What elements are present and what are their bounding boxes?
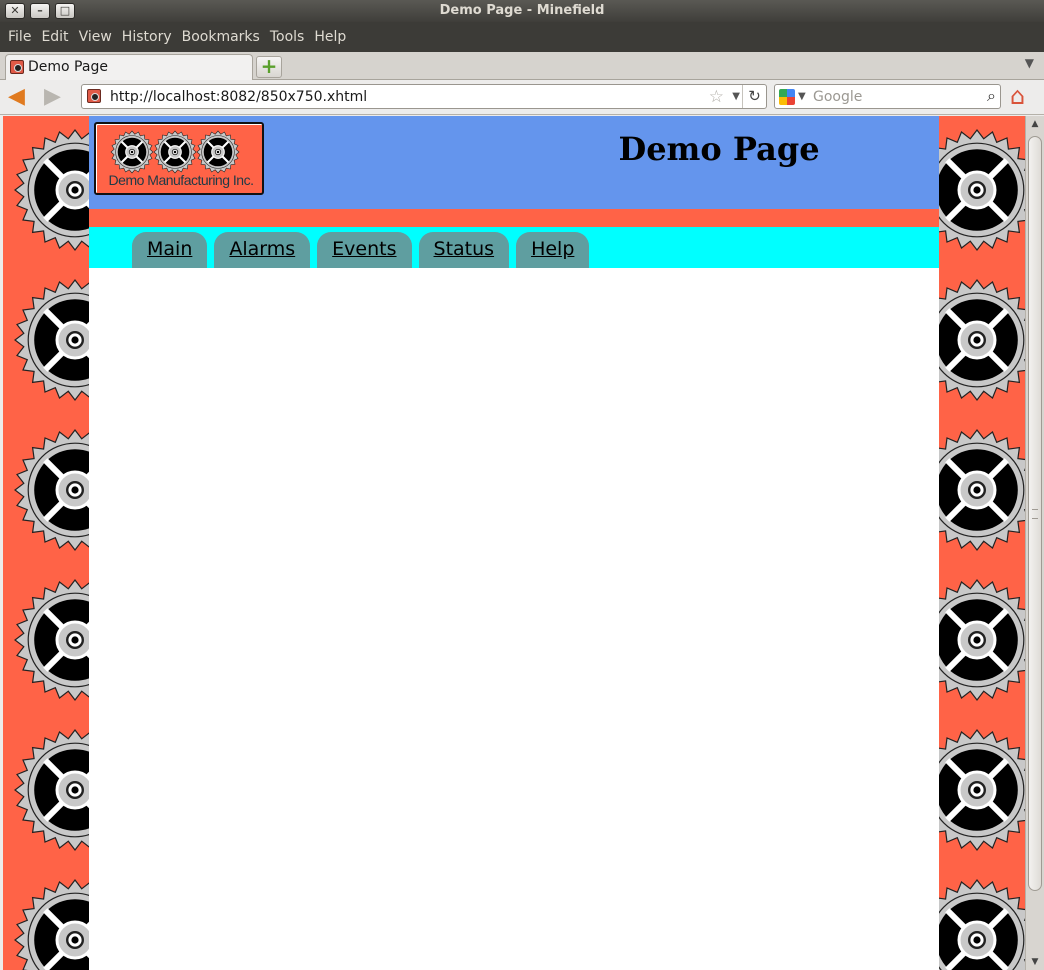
nav-tabs: Main Alarms Events Status Help: [132, 232, 596, 268]
tab-demo-page[interactable]: Demo Page: [5, 54, 253, 80]
menu-history[interactable]: History: [118, 29, 176, 45]
google-icon[interactable]: [779, 89, 795, 105]
gear-icon: [110, 130, 154, 174]
menu-view[interactable]: View: [75, 29, 116, 45]
menu-file[interactable]: File: [4, 29, 35, 45]
gear-icon: [939, 729, 1025, 851]
header-stripe: [89, 209, 939, 227]
nav-tab-help[interactable]: Help: [516, 232, 590, 268]
gear-icon: [939, 879, 1025, 970]
favicon-icon: [10, 60, 24, 74]
page-header: Demo Manufacturing Inc. Demo Page: [89, 116, 939, 209]
tab-label: Demo Page: [28, 59, 108, 75]
scroll-thumb[interactable]: [1028, 136, 1042, 891]
gear-icon: [196, 130, 240, 174]
new-tab-button[interactable]: +: [256, 56, 282, 78]
tab-list-button[interactable]: ▼: [1025, 56, 1034, 70]
gear-pattern-left: [14, 129, 89, 970]
url-text: http://localhost:8082/850x750.xhtml: [110, 89, 368, 105]
url-bar[interactable]: http://localhost:8082/850x750.xhtml ☆ ▼ …: [81, 84, 767, 109]
bookmark-star-icon[interactable]: ☆: [709, 87, 724, 107]
magnifier-icon[interactable]: ⌕: [987, 86, 996, 106]
search-engine-dropdown-icon[interactable]: ▼: [798, 91, 806, 102]
menu-bookmarks[interactable]: Bookmarks: [178, 29, 264, 45]
forward-arrow-icon[interactable]: ▶: [44, 86, 61, 108]
gear-icon: [939, 579, 1025, 701]
gear-icon: [939, 129, 1025, 251]
gear-icon: [14, 129, 89, 251]
gear-icon: [14, 279, 89, 401]
navigation-toolbar: ◀ ▶ http://localhost:8082/850x750.xhtml …: [0, 80, 1044, 115]
scroll-up-icon[interactable]: ▲: [1026, 116, 1044, 132]
company-logo: Demo Manufacturing Inc.: [94, 122, 264, 195]
gear-pattern-right: [939, 129, 1025, 970]
vertical-scrollbar[interactable]: ▲ ▼: [1025, 116, 1044, 970]
logo-text: Demo Manufacturing Inc.: [108, 172, 254, 188]
gear-icon: [14, 879, 89, 970]
nav-tab-events[interactable]: Events: [317, 232, 412, 268]
tab-strip: Demo Page + ▼: [0, 52, 1044, 80]
menu-edit[interactable]: Edit: [37, 29, 72, 45]
nav-strip: Main Alarms Events Status Help: [89, 227, 939, 268]
reload-icon[interactable]: ↻: [742, 85, 766, 108]
search-input[interactable]: Google: [813, 89, 862, 105]
gear-icon: [939, 429, 1025, 551]
page-viewport: Demo Manufacturing Inc. Demo Page Main A…: [3, 116, 1025, 970]
scroll-grip: [1032, 509, 1038, 519]
gear-icon: [14, 729, 89, 851]
back-arrow-icon[interactable]: ◀: [8, 86, 25, 108]
gear-icon: [14, 429, 89, 551]
home-icon[interactable]: ⌂: [1010, 83, 1025, 109]
search-bar[interactable]: ▼ Google ⌕: [774, 84, 1001, 109]
page-title: Demo Page: [618, 130, 820, 168]
menu-tools[interactable]: Tools: [266, 29, 309, 45]
nav-tab-main[interactable]: Main: [132, 232, 208, 268]
menu-bar: File Edit View History Bookmarks Tools H…: [0, 22, 1044, 52]
logo-gears-icon: [110, 130, 240, 174]
menu-help[interactable]: Help: [310, 29, 350, 45]
gear-icon: [939, 279, 1025, 401]
scroll-down-icon[interactable]: ▼: [1026, 954, 1044, 970]
page-content: Demo Manufacturing Inc. Demo Page Main A…: [89, 116, 939, 970]
browser-window: ✕ – □ Demo Page - Minefield File Edit Vi…: [0, 0, 1044, 970]
gear-icon: [153, 130, 197, 174]
nav-tab-alarms[interactable]: Alarms: [214, 232, 311, 268]
title-bar: ✕ – □ Demo Page - Minefield: [0, 0, 1044, 22]
gear-icon: [14, 579, 89, 701]
site-identity-icon[interactable]: [87, 89, 101, 103]
url-history-dropdown-icon[interactable]: ▼: [732, 91, 740, 102]
nav-tab-status[interactable]: Status: [418, 232, 510, 268]
window-title: Demo Page - Minefield: [439, 3, 605, 18]
